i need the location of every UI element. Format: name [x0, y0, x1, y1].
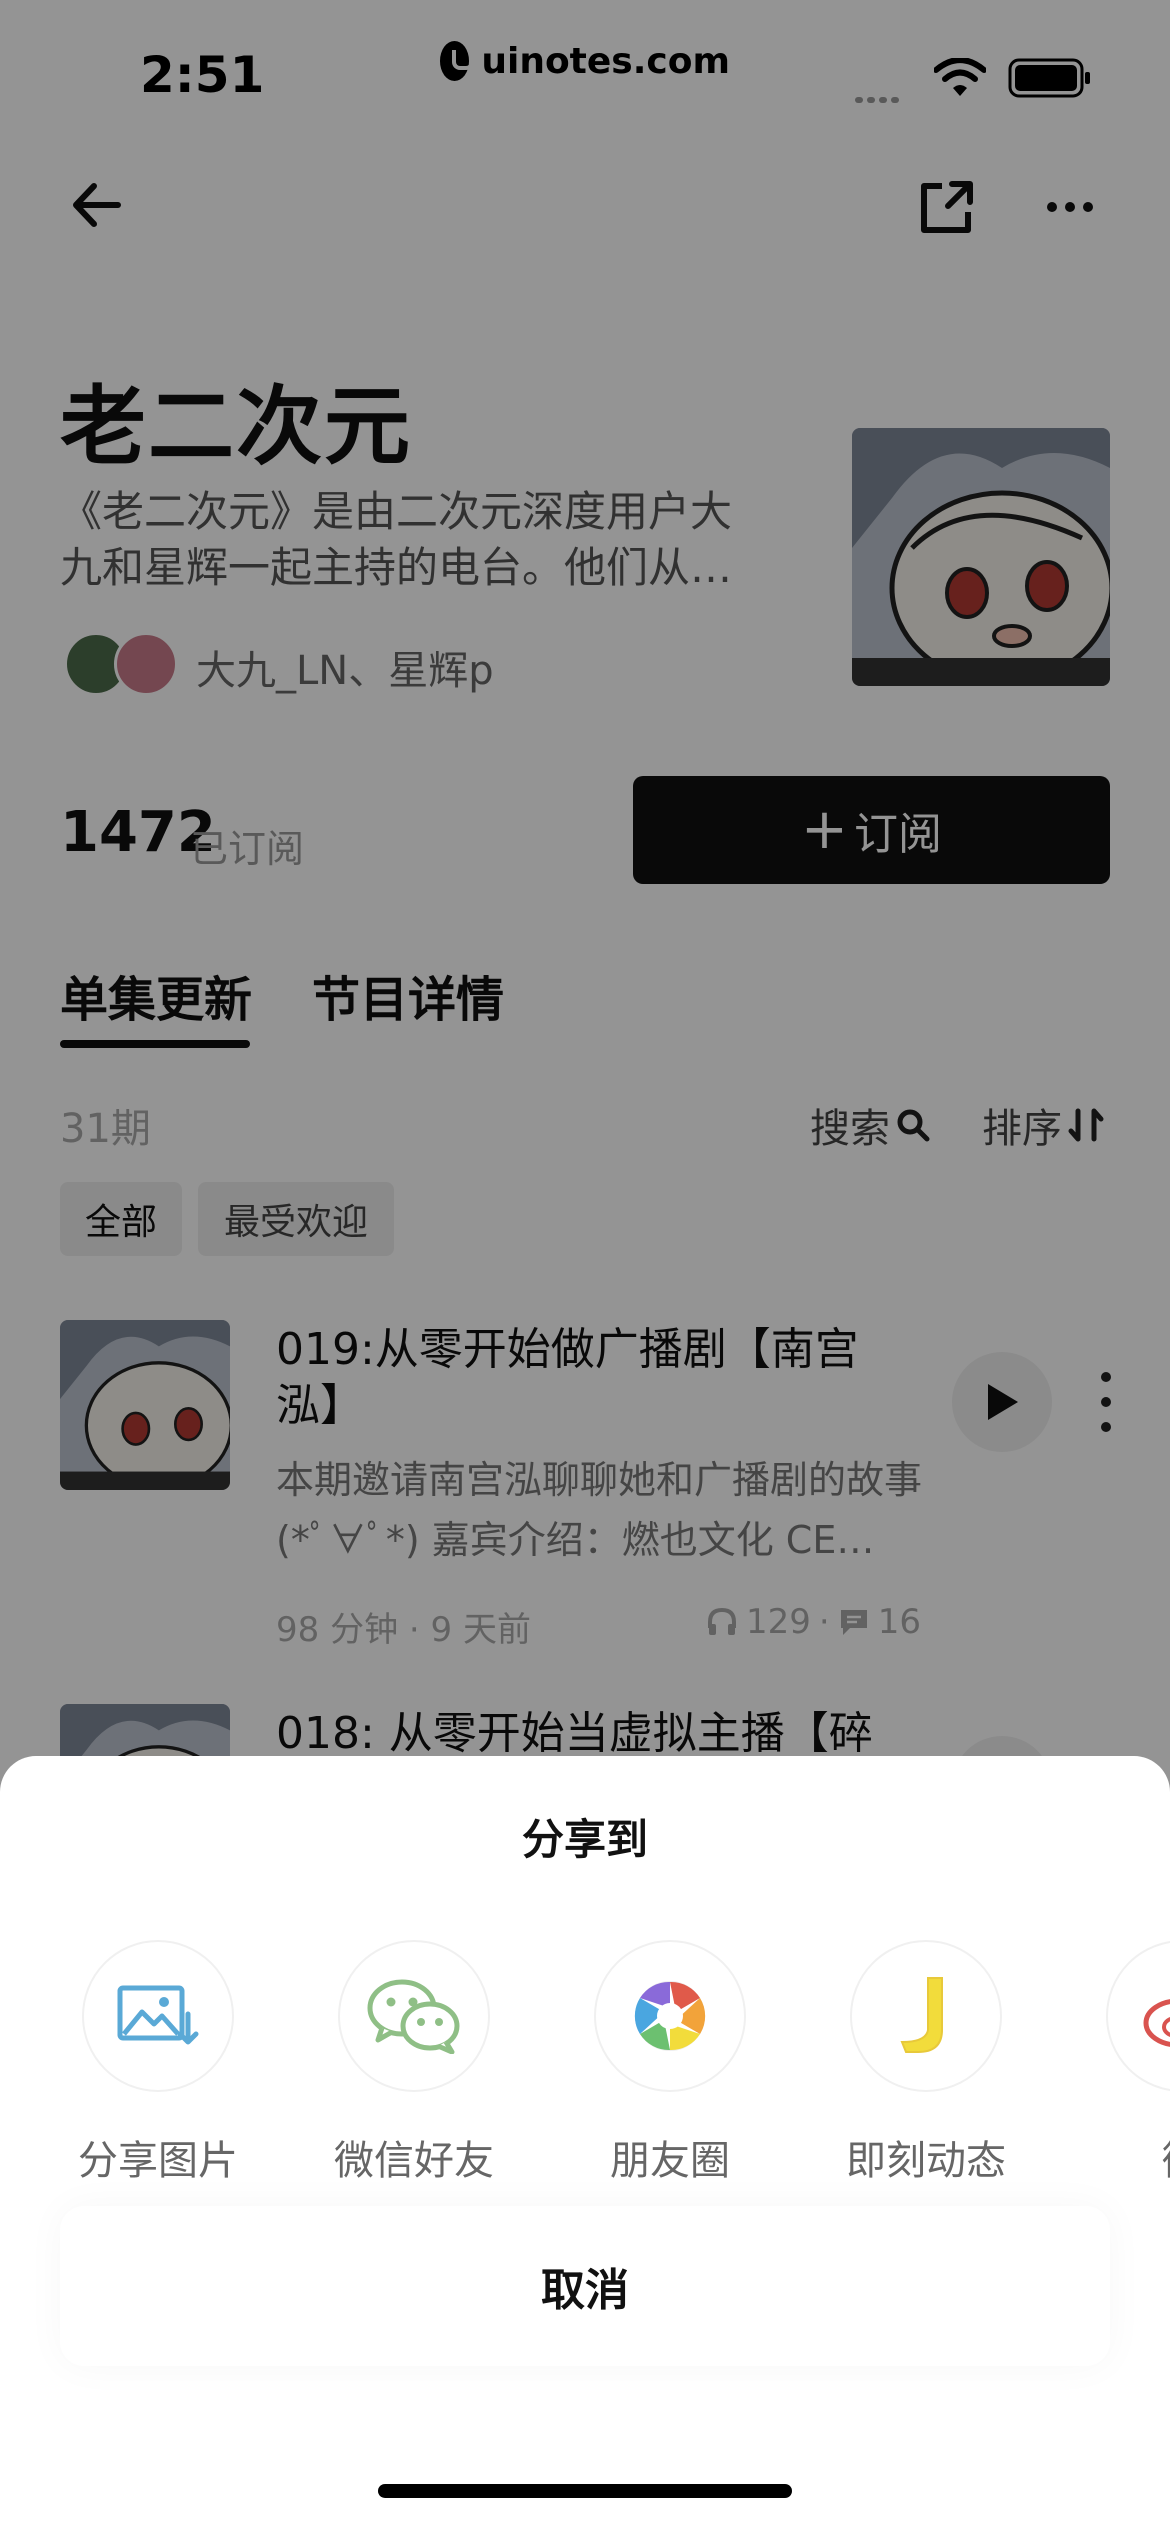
share-option-label: 即刻动态 [846, 2138, 1006, 2184]
share-option-wechat[interactable]: 微信好友 [309, 1940, 519, 2186]
home-indicator[interactable] [378, 2484, 792, 2498]
share-option-circle [1106, 1940, 1170, 2092]
share-option-label: 分享图片 [78, 2138, 238, 2184]
moments-icon [634, 1981, 706, 2051]
share-option-label: 微信好友 [334, 2138, 494, 2184]
share-option-circle [850, 1940, 1002, 2092]
share-option-circle [338, 1940, 490, 2092]
wechat-icon [367, 1979, 460, 2054]
share-option-moments[interactable]: 朋友圈 [565, 1940, 775, 2186]
share-option-label: 朋友圈 [610, 2138, 730, 2184]
share-option-image[interactable]: 分享图片 [53, 1940, 263, 2186]
share-sheet-title: 分享到 [521, 1815, 648, 1864]
share-option-jike[interactable]: 即刻动态 [821, 1940, 1031, 2186]
image-share-icon [117, 1985, 199, 2045]
share-option-circle [594, 1940, 746, 2092]
share-option-label: 微 [1077, 2128, 1170, 2186]
cancel-button[interactable]: 取消 [60, 2206, 1110, 2366]
weibo-icon [1143, 1999, 1170, 2047]
share-option-weibo[interactable]: 微 [1077, 1940, 1170, 2186]
jike-icon [900, 1977, 943, 2053]
share-option-circle [82, 1940, 234, 2092]
